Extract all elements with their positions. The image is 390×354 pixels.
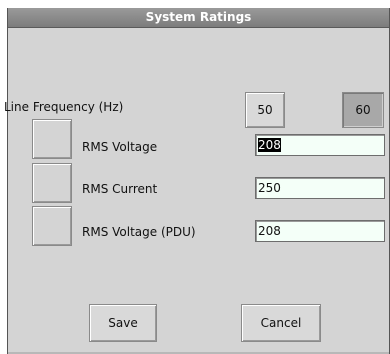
window-title: System Ratings <box>145 10 252 24</box>
rms-current-input[interactable]: 250 <box>255 177 385 199</box>
rms-voltage-pdu-label: RMS Voltage (PDU) <box>82 225 196 239</box>
rms-voltage-input[interactable]: 208 <box>255 134 385 156</box>
rms-voltage-pdu-input[interactable]: 208 <box>255 220 385 242</box>
rms-voltage-label: RMS Voltage <box>82 140 158 154</box>
frequency-60-button[interactable]: 60 <box>342 92 384 128</box>
title-bar[interactable]: System Ratings <box>8 8 389 28</box>
frequency-50-button[interactable]: 50 <box>245 92 285 128</box>
cancel-button[interactable]: Cancel <box>241 304 321 342</box>
rms-voltage-toggle[interactable] <box>32 119 72 159</box>
rms-current-label: RMS Current <box>82 182 158 196</box>
line-frequency-label: Line Frequency (Hz) <box>4 100 124 114</box>
rms-current-toggle[interactable] <box>32 163 72 203</box>
save-button[interactable]: Save <box>89 304 157 342</box>
system-ratings-dialog: System Ratings Line Frequency (Hz) 50 60… <box>4 8 390 354</box>
rms-voltage-pdu-toggle[interactable] <box>32 206 72 246</box>
